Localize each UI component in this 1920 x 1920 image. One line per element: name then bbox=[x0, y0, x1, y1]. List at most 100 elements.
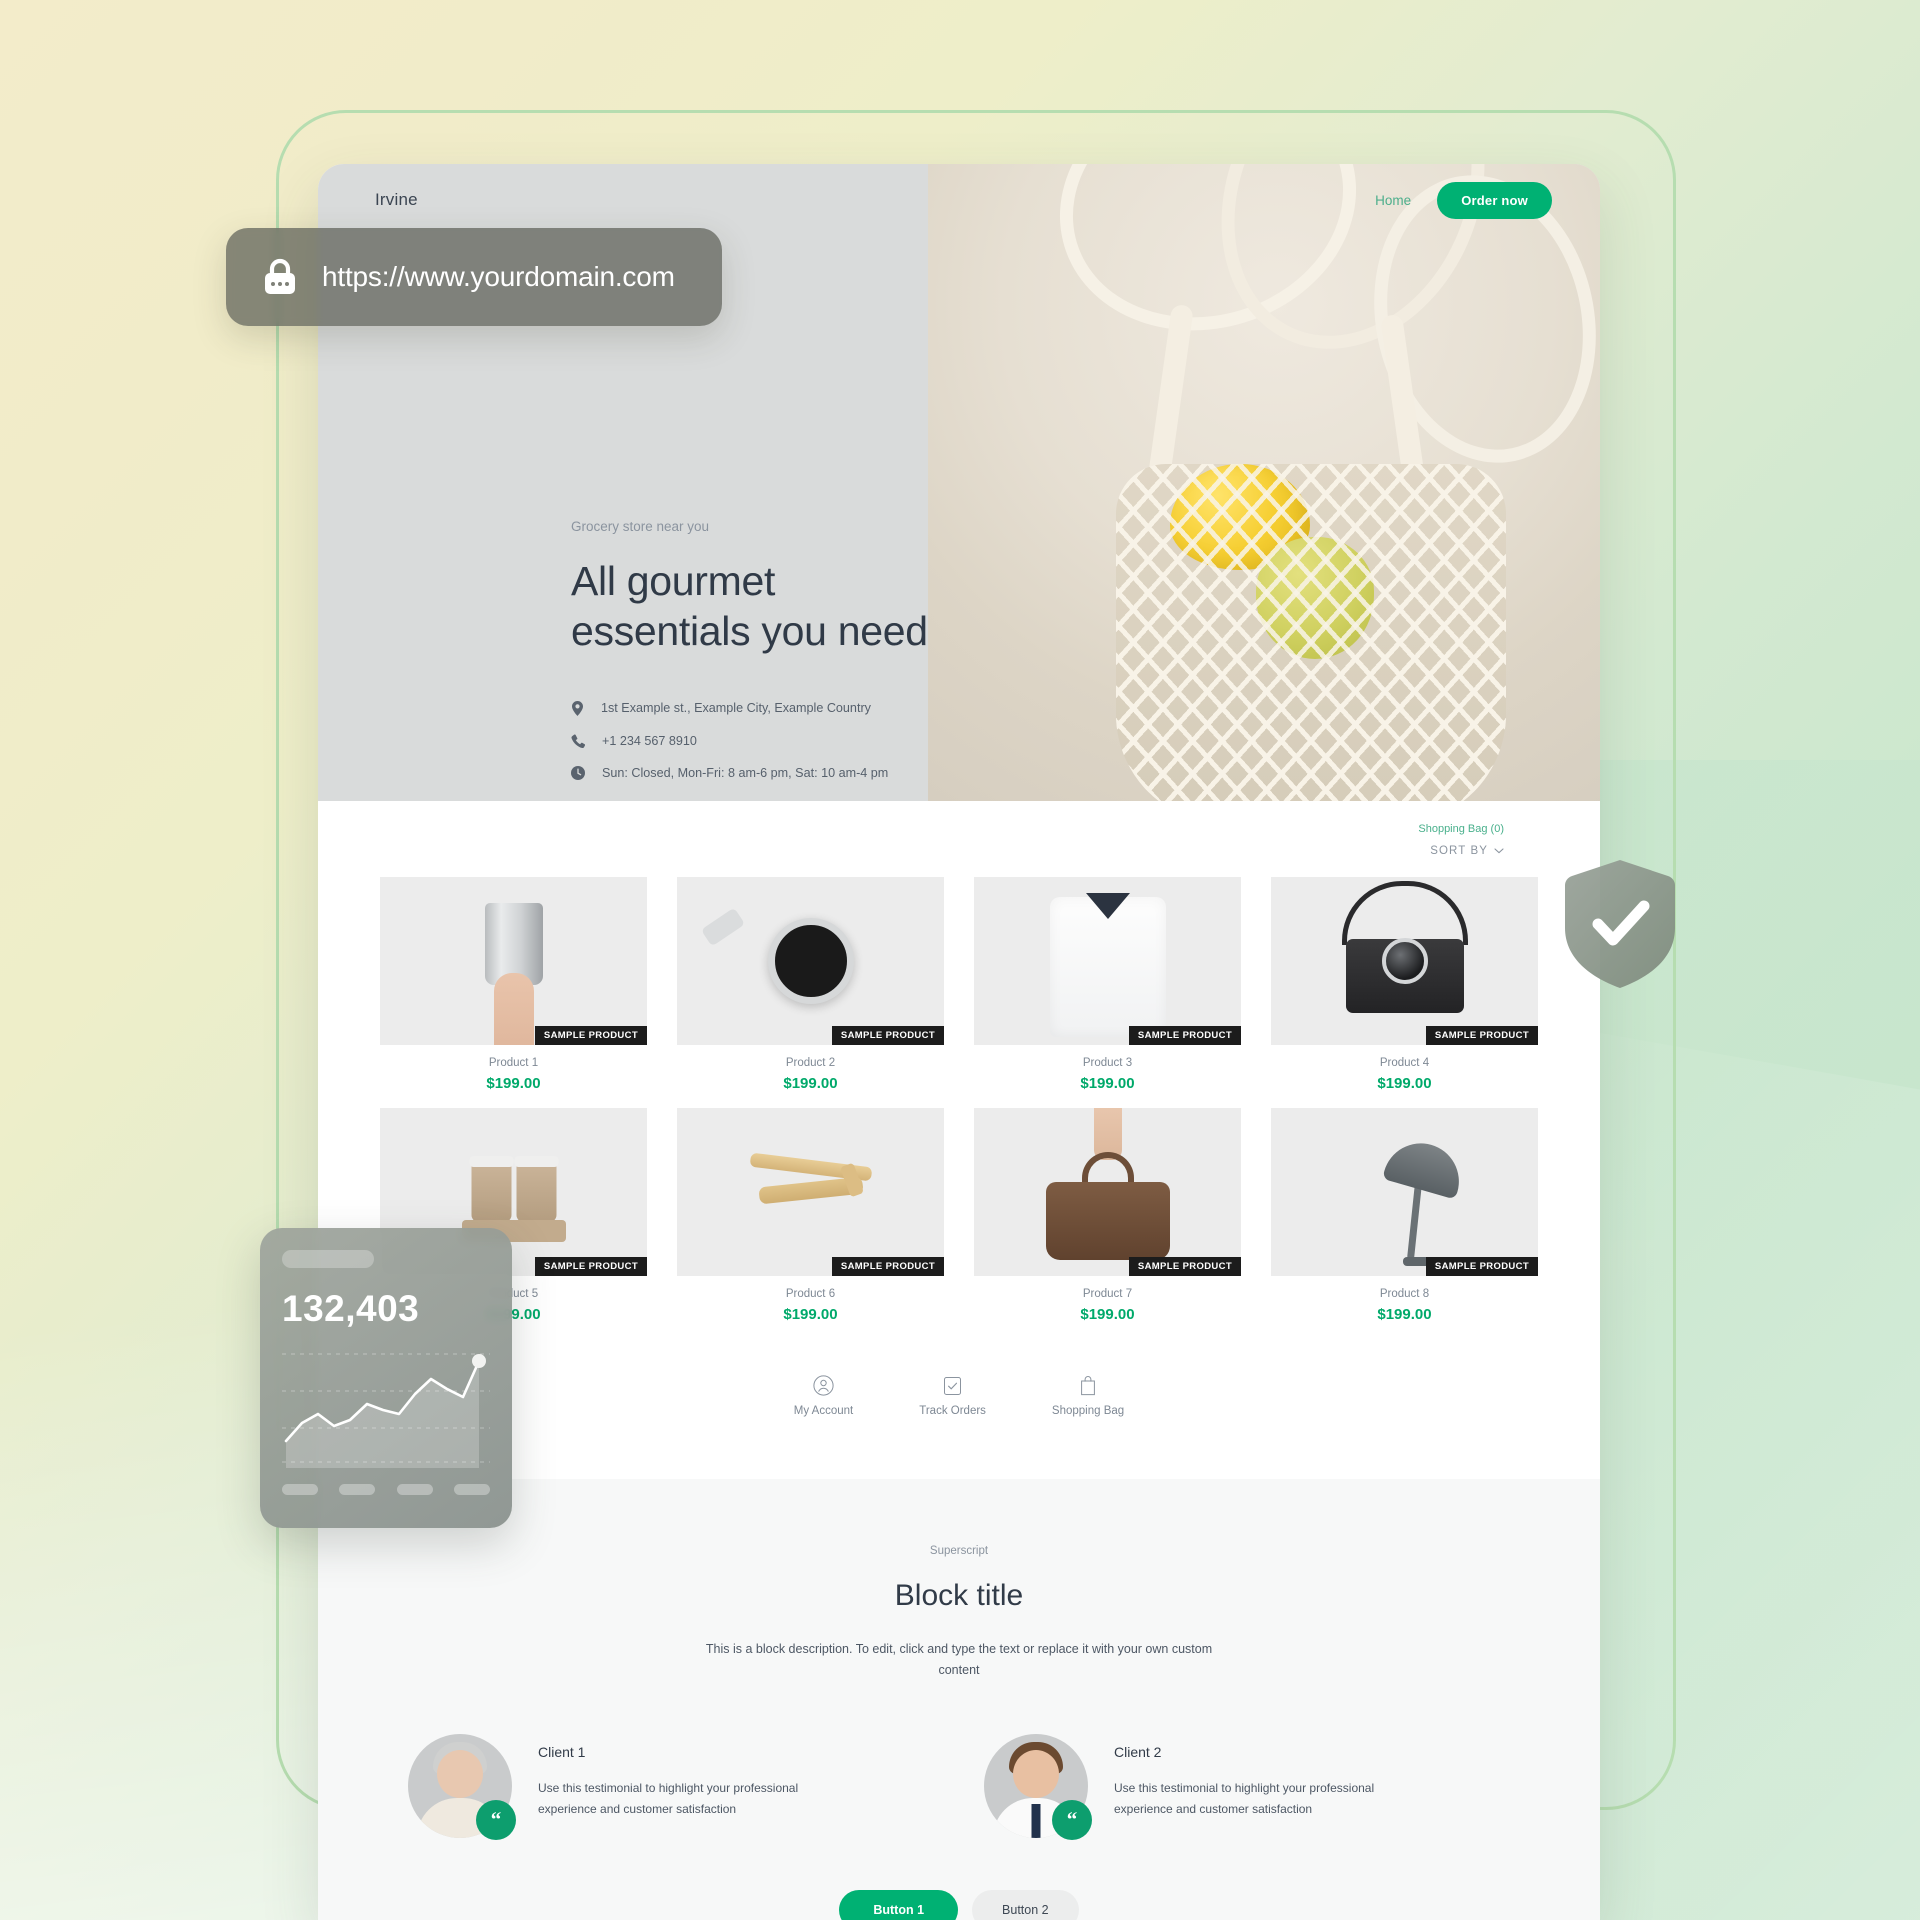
clock-icon bbox=[571, 765, 585, 780]
screenshot-stage: Irvine Home Order now Grocery store near… bbox=[0, 0, 1920, 1920]
product-card[interactable]: SAMPLE PRODUCT Product 4 $199.00 bbox=[1271, 877, 1538, 1092]
product-image-shirt bbox=[974, 877, 1241, 1045]
footer-link-shopping-bag[interactable]: Shopping Bag bbox=[1052, 1375, 1124, 1417]
sparkline-svg bbox=[282, 1353, 490, 1468]
footer-link-my-account[interactable]: My Account bbox=[794, 1375, 853, 1417]
product-name: Product 4 bbox=[1379, 1057, 1430, 1069]
contact-hours-text: Sun: Closed, Mon-Fri: 8 am-6 pm, Sat: 10… bbox=[602, 765, 889, 780]
product-name: Product 7 bbox=[1082, 1288, 1133, 1300]
product-thumbnail: SAMPLE PRODUCT bbox=[677, 877, 944, 1045]
stats-card-footer-pills bbox=[282, 1484, 490, 1495]
url-text: https://www.yourdomain.com bbox=[322, 261, 675, 292]
product-thumbnail: SAMPLE PRODUCT bbox=[380, 877, 647, 1045]
placeholder-pill bbox=[282, 1484, 318, 1495]
quote-badge: “ bbox=[476, 1799, 516, 1840]
block-button-2[interactable]: Button 2 bbox=[972, 1889, 1079, 1920]
sort-by-label: SORT BY bbox=[1430, 845, 1488, 857]
footer-link-track-orders[interactable]: Track Orders bbox=[919, 1375, 986, 1417]
block-button-1[interactable]: Button 1 bbox=[839, 1889, 959, 1920]
shop-toolbar: Shopping Bag (0) SORT BY bbox=[380, 823, 1538, 857]
sample-product-badge: SAMPLE PRODUCT bbox=[534, 1257, 647, 1276]
contact-phone-text: +1 234 567 8910 bbox=[602, 733, 697, 748]
sample-product-badge: SAMPLE PRODUCT bbox=[831, 1026, 944, 1045]
site-brand[interactable]: Irvine bbox=[375, 190, 418, 210]
sample-product-badge: SAMPLE PRODUCT bbox=[831, 1257, 944, 1276]
product-card[interactable]: SAMPLE PRODUCT Product 3 $199.00 bbox=[974, 877, 1241, 1092]
testimonial-text: Use this testimonial to highlight your p… bbox=[1114, 1780, 1375, 1816]
stats-card-value: 132,403 bbox=[282, 1288, 420, 1329]
site-top-nav: Irvine Home Order now bbox=[318, 164, 1600, 236]
testimonial-list: “ Client 1 Use this testimonial to highl… bbox=[408, 1733, 1510, 1840]
product-name: Product 1 bbox=[488, 1057, 539, 1069]
product-price: $199.00 bbox=[1377, 1306, 1432, 1323]
testimonial-body: Client 1 Use this testimonial to highlig… bbox=[538, 1734, 838, 1820]
hero-title: All gourmet essentials you need bbox=[571, 556, 1051, 657]
product-image-leather-bag bbox=[974, 1108, 1241, 1276]
product-name: Product 3 bbox=[1082, 1057, 1133, 1069]
footer-link-label: Track Orders bbox=[919, 1405, 986, 1417]
product-name: Product 6 bbox=[785, 1288, 836, 1300]
sample-product-badge: SAMPLE PRODUCT bbox=[1128, 1026, 1241, 1045]
product-card[interactable]: SAMPLE PRODUCT Product 1 $199.00 bbox=[380, 877, 647, 1092]
testimonial-name: Client 1 bbox=[538, 1743, 586, 1760]
nav-right-group: Home Order now bbox=[1375, 181, 1552, 219]
product-price: $199.00 bbox=[1377, 1075, 1432, 1092]
clipboard-check-icon bbox=[944, 1377, 962, 1395]
hero-copy: Grocery store near you All gourmet essen… bbox=[571, 519, 1051, 801]
website-preview: Irvine Home Order now Grocery store near… bbox=[318, 164, 1600, 1920]
chevron-down-icon bbox=[1494, 848, 1504, 854]
hero-eyebrow: Grocery store near you bbox=[571, 519, 710, 534]
product-image-wooden-plane bbox=[677, 1108, 944, 1276]
shield-check-icon bbox=[1564, 860, 1676, 988]
product-card[interactable]: SAMPLE PRODUCT Product 6 $199.00 bbox=[677, 1108, 944, 1323]
contact-address-text: 1st Example st., Example City, Example C… bbox=[601, 701, 871, 716]
shop-footer-links: My Account Track Orders Shopping Bag bbox=[380, 1323, 1538, 1479]
product-thumbnail: SAMPLE PRODUCT bbox=[1271, 1108, 1538, 1276]
product-card[interactable]: SAMPLE PRODUCT Product 8 $199.00 bbox=[1271, 1108, 1538, 1323]
product-image-tumbler bbox=[380, 877, 647, 1045]
block-title: Block title bbox=[894, 1579, 1024, 1612]
placeholder-pill bbox=[339, 1484, 376, 1495]
sort-by-dropdown[interactable]: SORT BY bbox=[1430, 845, 1504, 857]
shopping-bag-link[interactable]: Shopping Bag (0) bbox=[1418, 823, 1504, 835]
product-image-coffee-mug bbox=[677, 877, 944, 1045]
stats-card-overlay: 132,403 bbox=[260, 1228, 512, 1528]
testimonial-card: “ Client 1 Use this testimonial to highl… bbox=[408, 1733, 934, 1840]
footer-link-label: Shopping Bag bbox=[1051, 1405, 1125, 1417]
contact-row-phone: +1 234 567 8910 bbox=[571, 734, 1051, 748]
hero-title-line1: All gourmet bbox=[571, 558, 776, 604]
product-grid: SAMPLE PRODUCT Product 1 $199.00 SAMPLE … bbox=[380, 877, 1538, 1323]
product-image-camera bbox=[1271, 877, 1538, 1045]
location-pin-icon bbox=[572, 700, 583, 716]
product-price: $199.00 bbox=[1080, 1306, 1135, 1323]
content-block-section: Superscript Block title This is a block … bbox=[318, 1479, 1600, 1920]
product-price: $199.00 bbox=[486, 1075, 541, 1092]
testimonial-card: “ Client 2 Use this testimonial to highl… bbox=[984, 1733, 1510, 1840]
product-image-desk-lamp bbox=[1271, 1108, 1538, 1276]
contact-row-address: 1st Example st., Example City, Example C… bbox=[571, 700, 1051, 716]
hero-contact-list: 1st Example st., Example City, Example C… bbox=[571, 700, 1051, 780]
product-thumbnail: SAMPLE PRODUCT bbox=[974, 877, 1241, 1045]
product-name: Product 8 bbox=[1379, 1288, 1430, 1300]
phone-icon bbox=[571, 734, 585, 748]
product-name: Product 2 bbox=[785, 1057, 836, 1069]
stats-card-placeholder-pill bbox=[282, 1250, 374, 1268]
order-now-button[interactable]: Order now bbox=[1437, 181, 1552, 219]
url-bar-overlay[interactable]: https://www.yourdomain.com bbox=[226, 228, 722, 326]
product-thumbnail: SAMPLE PRODUCT bbox=[677, 1108, 944, 1276]
product-card[interactable]: SAMPLE PRODUCT Product 2 $199.00 bbox=[677, 877, 944, 1092]
product-card[interactable]: SAMPLE PRODUCT Product 7 $199.00 bbox=[974, 1108, 1241, 1323]
block-button-group: Button 1 Button 2 bbox=[408, 1889, 1510, 1920]
user-circle-icon bbox=[813, 1375, 834, 1396]
avatar-wrapper: “ bbox=[984, 1733, 1092, 1840]
nav-link-home[interactable]: Home bbox=[1375, 193, 1411, 208]
block-superscript: Superscript bbox=[929, 1545, 989, 1557]
testimonial-name: Client 2 bbox=[1114, 1743, 1162, 1760]
footer-link-label: My Account bbox=[793, 1405, 854, 1417]
sample-product-badge: SAMPLE PRODUCT bbox=[1425, 1026, 1538, 1045]
contact-row-hours: Sun: Closed, Mon-Fri: 8 am-6 pm, Sat: 10… bbox=[571, 765, 1051, 780]
sample-product-badge: SAMPLE PRODUCT bbox=[1425, 1257, 1538, 1276]
mesh-bag-overlay bbox=[1116, 464, 1506, 801]
block-description: This is a block description. To edit, cl… bbox=[705, 1642, 1213, 1678]
product-price: $199.00 bbox=[783, 1075, 838, 1092]
